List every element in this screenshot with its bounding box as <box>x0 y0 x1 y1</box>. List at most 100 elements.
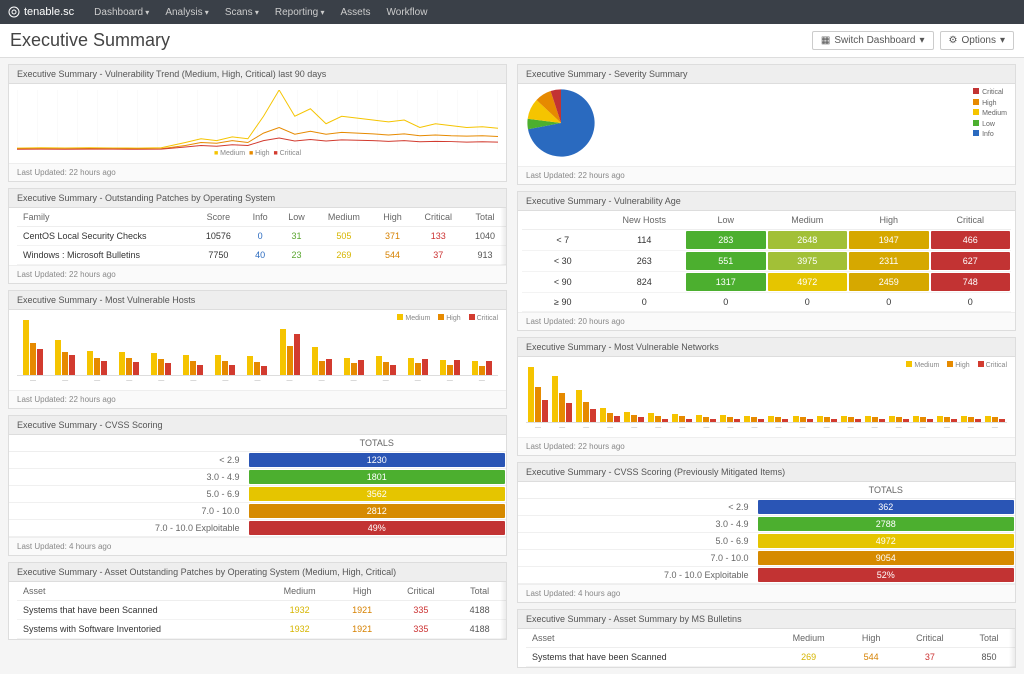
bar-group <box>600 408 620 422</box>
col-header: Critical <box>897 629 963 648</box>
panel-severity: Executive Summary - Severity Summary Cri… <box>517 64 1016 185</box>
bar-group <box>243 356 271 375</box>
bar-group <box>308 347 336 375</box>
nav-reporting[interactable]: Reporting <box>267 7 333 18</box>
asset-patches-table: AssetMediumHighCriticalTotal Systems tha… <box>17 582 506 639</box>
col-header: Critical <box>412 208 464 227</box>
col-header: Critical <box>930 211 1012 230</box>
bar-group <box>404 358 432 375</box>
panel-asset-ms: Executive Summary - Asset Summary by MS … <box>517 609 1016 668</box>
col-header: Medium <box>315 208 373 227</box>
bar-group <box>648 413 668 422</box>
panel-title: Executive Summary - Asset Summary by MS … <box>518 610 1015 629</box>
bar-group <box>51 340 79 375</box>
nav-dashboard[interactable]: Dashboard <box>86 7 157 18</box>
nav-assets[interactable]: Assets <box>332 7 378 18</box>
bar-group <box>436 360 464 375</box>
cvss-head: TOTALS <box>757 482 1015 498</box>
panel-cvss-prev: Executive Summary - CVSS Scoring (Previo… <box>517 462 1016 603</box>
panel-footer: Last Updated: 22 hours ago <box>9 390 506 408</box>
legend-item: Info <box>973 130 1007 141</box>
cvss-row[interactable]: 7.0 - 10.0 Exploitable49% <box>9 520 506 537</box>
right-column: Executive Summary - Severity Summary Cri… <box>517 64 1016 668</box>
header-actions: ▦ Switch Dashboard ▾ ⚙ Options ▾ <box>812 31 1014 50</box>
asset-ms-table: AssetMediumHighCriticalTotal Systems tha… <box>526 629 1015 667</box>
cvss-head: TOTALS <box>248 435 506 451</box>
bar-group <box>985 416 1005 422</box>
table-row[interactable]: Systems that have been Scanned1932192133… <box>17 601 506 620</box>
bar-group <box>696 415 716 422</box>
nav-analysis[interactable]: Analysis <box>157 7 217 18</box>
bar-group <box>179 355 207 375</box>
table-row[interactable]: ≥ 9000000 <box>522 293 1011 312</box>
bar-group <box>744 416 764 422</box>
cvss-row[interactable]: 3.0 - 4.92788 <box>518 516 1015 533</box>
bar-group <box>672 414 692 422</box>
bar-group <box>115 352 143 375</box>
brand-text: tenable.sc <box>24 6 74 18</box>
panel-title: Executive Summary - Vulnerability Age <box>518 192 1015 211</box>
nav-workflow[interactable]: Workflow <box>379 7 436 18</box>
col-header <box>522 211 604 230</box>
cvss-row[interactable]: 7.0 - 10.0 Exploitable52% <box>518 567 1015 584</box>
cvss-row[interactable]: 5.0 - 6.94972 <box>518 533 1015 550</box>
col-header: High <box>848 211 930 230</box>
bars-legend: Medium High Critical <box>900 361 1007 369</box>
bar-group <box>768 416 788 422</box>
panel-outstanding-patches: Executive Summary - Outstanding Patches … <box>8 188 507 284</box>
cvss-row[interactable]: 7.0 - 10.02812 <box>9 503 506 520</box>
bar-group <box>340 358 368 375</box>
panel-vuln-hosts: Executive Summary - Most Vulnerable Host… <box>8 290 507 409</box>
col-header: Total <box>963 629 1015 648</box>
bar-group <box>720 415 740 422</box>
switch-dashboard-button[interactable]: ▦ Switch Dashboard ▾ <box>812 31 934 50</box>
legend-item: High <box>973 99 1007 110</box>
severity-pie <box>526 88 596 158</box>
table-row[interactable]: < 90824131749722459748 <box>522 272 1011 293</box>
table-row[interactable]: < 711428326481947466 <box>522 230 1011 251</box>
cvss-row[interactable]: 5.0 - 6.93562 <box>9 486 506 503</box>
panel-title: Executive Summary - Severity Summary <box>518 65 1015 84</box>
nav-scans[interactable]: Scans <box>217 7 267 18</box>
bar-group <box>793 416 813 422</box>
panel-asset-patches: Executive Summary - Asset Outstanding Pa… <box>8 562 507 640</box>
table-row[interactable]: CentOS Local Security Checks105760315053… <box>17 227 506 246</box>
bar-group <box>841 416 861 422</box>
patches-table: FamilyScoreInfoLowMediumHighCriticalTota… <box>17 208 506 265</box>
bar-group <box>961 416 981 422</box>
panel-body: TOTALS < 2.93623.0 - 4.927885.0 - 6.9497… <box>518 482 1015 584</box>
grid-icon: ▦ <box>821 35 830 46</box>
page-title: Executive Summary <box>10 30 170 51</box>
col-header: Family <box>17 208 194 227</box>
bar-group <box>468 361 496 375</box>
table-row[interactable]: Systems with Software Inventoried1932192… <box>17 620 506 639</box>
caret-down-icon: ▾ <box>920 35 925 46</box>
table-row[interactable]: Systems that have been Scanned2695443785… <box>526 648 1015 667</box>
cvss-row[interactable]: < 2.91230 <box>9 452 506 469</box>
col-header: Asset <box>526 629 772 648</box>
bar-group <box>147 353 175 375</box>
brand: tenable.sc <box>8 6 74 18</box>
panel-footer: Last Updated: 4 hours ago <box>518 584 1015 602</box>
col-header: New Hosts <box>604 211 686 230</box>
bar-group <box>19 320 47 375</box>
table-row[interactable]: Windows : Microsoft Bulletins77504023269… <box>17 246 506 265</box>
panel-title: Executive Summary - Vulnerability Trend … <box>9 65 506 84</box>
panel-body: AssetMediumHighCriticalTotal Systems tha… <box>9 582 506 639</box>
bar-group <box>624 412 644 422</box>
table-row[interactable]: < 3026355139752311627 <box>522 251 1011 272</box>
caret-down-icon: ▾ <box>1000 35 1005 46</box>
logo-icon <box>8 6 20 18</box>
options-button[interactable]: ⚙ Options ▾ <box>940 31 1014 50</box>
col-header: Medium <box>264 582 336 601</box>
networks-bars <box>526 363 1007 423</box>
options-label: Options <box>962 35 996 46</box>
cvss-row[interactable]: 3.0 - 4.91801 <box>9 469 506 486</box>
col-header: High <box>336 582 389 601</box>
panel-body: Medium High Critical ——————————————— <box>9 310 506 390</box>
bar-group <box>576 390 596 422</box>
cvss-row[interactable]: 7.0 - 10.09054 <box>518 550 1015 567</box>
cvss-row[interactable]: < 2.9362 <box>518 499 1015 516</box>
col-header: High <box>846 629 897 648</box>
panel-footer: Last Updated: 4 hours ago <box>9 537 506 555</box>
